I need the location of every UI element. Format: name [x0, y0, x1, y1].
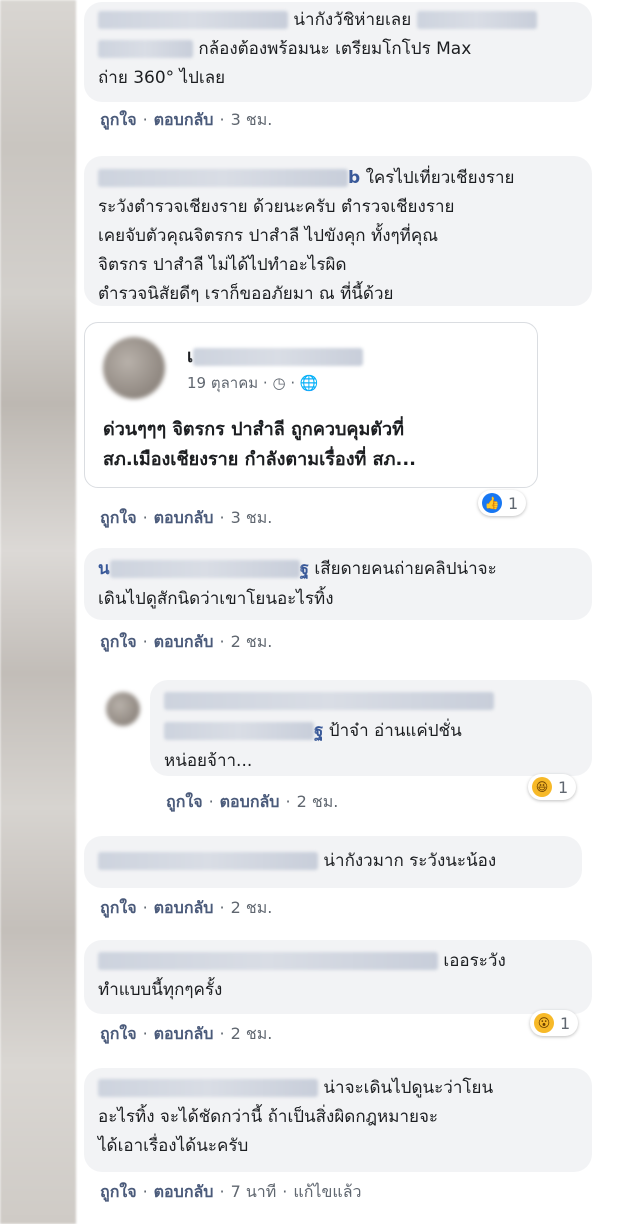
shared-post-avatar[interactable]	[103, 337, 165, 399]
like-button[interactable]: ถูกใจ	[100, 110, 137, 129]
comment-text: เคยจับตัวคุณจิตรกร ปาสำลี ไปขังคุก ทั้งๆ…	[98, 226, 438, 246]
commenter-name-tail[interactable]: b	[348, 168, 360, 188]
reaction-count[interactable]: 😮 1	[530, 1010, 579, 1036]
reaction-number: 1	[560, 1013, 571, 1033]
comment-text: น่ากังวมาก ระวังนะน้อง	[323, 851, 497, 871]
comment-text: ใครไปเที่ยวเชียงราย	[365, 168, 515, 188]
comment-bubble: b ใครไปเที่ยวเชียงราย ระวังตำรวจเชียงราย…	[84, 156, 592, 306]
reply-button[interactable]: ตอบกลับ	[154, 508, 214, 527]
comment-text: น่ากังวัชิห่ายเลย	[293, 10, 412, 30]
edited-label[interactable]: แก้ไขแล้ว	[293, 1182, 361, 1201]
commenter-name-blurred[interactable]	[98, 1079, 318, 1097]
reply-button[interactable]: ตอบกลับ	[154, 898, 214, 917]
reply-bubble: ฐ ป้าจ๋า อ่านแค่ปชั่น หน่อยจ้าา...	[150, 680, 592, 776]
comment-time[interactable]: 2 ชม.	[297, 792, 339, 811]
shared-post-text-line: สภ.เมืองเชียงราย กำลังตามเรื่องที่ สภ...	[103, 449, 417, 470]
like-reaction-icon: 👍	[482, 493, 502, 513]
like-button[interactable]: ถูกใจ	[100, 1024, 137, 1043]
comment-actions: ถูกใจ · ตอบกลับ · 2 ชม.	[100, 1024, 273, 1043]
comment-bubble: น ฐ เสียดายคนถ่ายคลิปน่าจะ เดินไปดูสักนิด…	[84, 548, 592, 620]
commenter-name-blurred[interactable]	[164, 722, 314, 740]
reaction-count[interactable]: 👍 1	[478, 490, 527, 516]
comment-actions: ถูกใจ · ตอบกลับ · 3 ชม.	[100, 508, 273, 527]
like-button[interactable]: ถูกใจ	[100, 898, 137, 917]
comment-text: จิตรกร ปาสำลี ไม่ได้ไปทำอะไรผิด	[98, 255, 347, 275]
comment-text: กล้องต้องพร้อมนะ เตรียมโกโปร Max	[198, 39, 472, 59]
comment-text: ถ่าย 360° ไปเลย	[98, 68, 226, 88]
comment-text: น่าจะเดินไปดูนะว่าโยน	[323, 1078, 494, 1098]
comment-time[interactable]: 3 ชม.	[231, 110, 273, 129]
commenter-name-blurred[interactable]	[98, 852, 318, 870]
reply-avatar[interactable]	[106, 692, 140, 726]
comment-time[interactable]: 3 ชม.	[231, 508, 273, 527]
shared-post-date[interactable]: 19 ตุลาคม	[187, 374, 258, 392]
commenter-name-blurred[interactable]	[98, 169, 348, 187]
comment-bubble: เออระวัง ทำแบบนี้ทุกๆครั้ง	[84, 940, 592, 1014]
reply-button[interactable]: ตอบกลับ	[220, 792, 280, 811]
comment-bubble: น่ากังวัชิห่ายเลย กล้องต้องพร้อมนะ เตรีย…	[84, 2, 592, 102]
comment-time[interactable]: 2 ชม.	[231, 898, 273, 917]
comment-bubble: น่าจะเดินไปดูนะว่าโยน อะไรทิ้ง จะได้ชัดก…	[84, 1068, 592, 1172]
comment-text: ระวังตำรวจเชียงราย ด้วยนะครับ ตำรวจเชียง…	[98, 197, 455, 217]
shared-post-meta: 19 ตุลาคม · ◷ · 🌐	[187, 374, 319, 392]
comment-actions: ถูกใจ · ตอบกลับ · 2 ชม.	[100, 632, 273, 651]
blurred-left-edge	[0, 0, 76, 1224]
haha-reaction-icon: 😆	[532, 777, 552, 797]
reply-button[interactable]: ตอบกลับ	[154, 1024, 214, 1043]
reply-button[interactable]: ตอบกลับ	[154, 632, 214, 651]
comment-bubble: น่ากังวมาก ระวังนะน้อง	[84, 836, 582, 888]
reaction-number: 1	[508, 493, 519, 513]
commenter-name-blurred[interactable]	[109, 560, 300, 578]
wow-reaction-icon: 😮	[534, 1013, 554, 1033]
comment-text: หน่อยจ้าา...	[164, 751, 253, 771]
comment-actions: ถูกใจ · ตอบกลับ · 2 ชม.	[100, 898, 273, 917]
reaction-count[interactable]: 😆 1	[528, 774, 577, 800]
reply-button[interactable]: ตอบกลับ	[154, 1182, 214, 1201]
clock-icon: ◷	[272, 374, 286, 392]
commenter-name-tail[interactable]: ฐ	[314, 721, 323, 741]
comment-actions: ถูกใจ · ตอบกลับ · 7 นาที · แก้ไขแล้ว	[100, 1182, 362, 1201]
comment-text: เออระวัง	[443, 951, 506, 971]
shared-post-text: ด่วนๆๆๆ จิตรกร ปาสำลี ถูกควบคุมตัวที่ สภ…	[103, 415, 416, 475]
comment-text: ตำรวจนิสัยดีๆ เราก็ขออภัยมา ณ ที่นี้ด้วย	[98, 284, 394, 304]
comment-text: ป้าจ๋า อ่านแค่ปชั่น	[328, 721, 462, 741]
commenter-name-blurred[interactable]	[164, 692, 494, 710]
reply-button[interactable]: ตอบกลับ	[154, 110, 214, 129]
tagged-name-blurred[interactable]	[416, 11, 537, 29]
globe-icon: 🌐	[299, 374, 319, 392]
reaction-number: 1	[558, 777, 569, 797]
comment-text: ได้เอาเรื่องได้นะครับ	[98, 1136, 249, 1156]
shared-post-card[interactable]: เ 19 ตุลาคม · ◷ · 🌐 ด่วนๆๆๆ จิตรกร ปาสำล…	[84, 322, 538, 488]
comment-text: เสียดายคนถ่ายคลิปน่าจะ	[314, 559, 497, 579]
comment-text: ทำแบบนี้ทุกๆครั้ง	[98, 980, 223, 1000]
shared-post-author-blurred[interactable]	[193, 348, 364, 366]
tagged-name-blurred[interactable]	[98, 40, 193, 58]
like-button[interactable]: ถูกใจ	[100, 632, 137, 651]
comment-text: เดินไปดูสักนิดว่าเขาโยนอะไรทิ้ง	[98, 589, 334, 609]
comment-time[interactable]: 2 ชม.	[231, 632, 273, 651]
like-button[interactable]: ถูกใจ	[100, 508, 137, 527]
like-button[interactable]: ถูกใจ	[166, 792, 203, 811]
comment-actions: ถูกใจ · ตอบกลับ · 3 ชม.	[100, 110, 273, 129]
comment-time[interactable]: 2 ชม.	[231, 1024, 273, 1043]
comment-text: อะไรทิ้ง จะได้ชัดกว่านี้ ถ้าเป็นสิ่งผิดก…	[98, 1107, 439, 1127]
comment-actions: ถูกใจ · ตอบกลับ · 2 ชม.	[166, 792, 339, 811]
commenter-name-tail[interactable]: ฐ	[300, 559, 309, 579]
shared-post-text-line: ด่วนๆๆๆ จิตรกร ปาสำลี ถูกควบคุมตัวที่	[103, 419, 404, 440]
commenter-name-blurred[interactable]	[98, 952, 438, 970]
commenter-name-blurred[interactable]	[98, 11, 288, 29]
commenter-name-head[interactable]: น	[98, 559, 110, 579]
like-button[interactable]: ถูกใจ	[100, 1182, 137, 1201]
comment-time[interactable]: 7 นาที	[231, 1182, 277, 1201]
